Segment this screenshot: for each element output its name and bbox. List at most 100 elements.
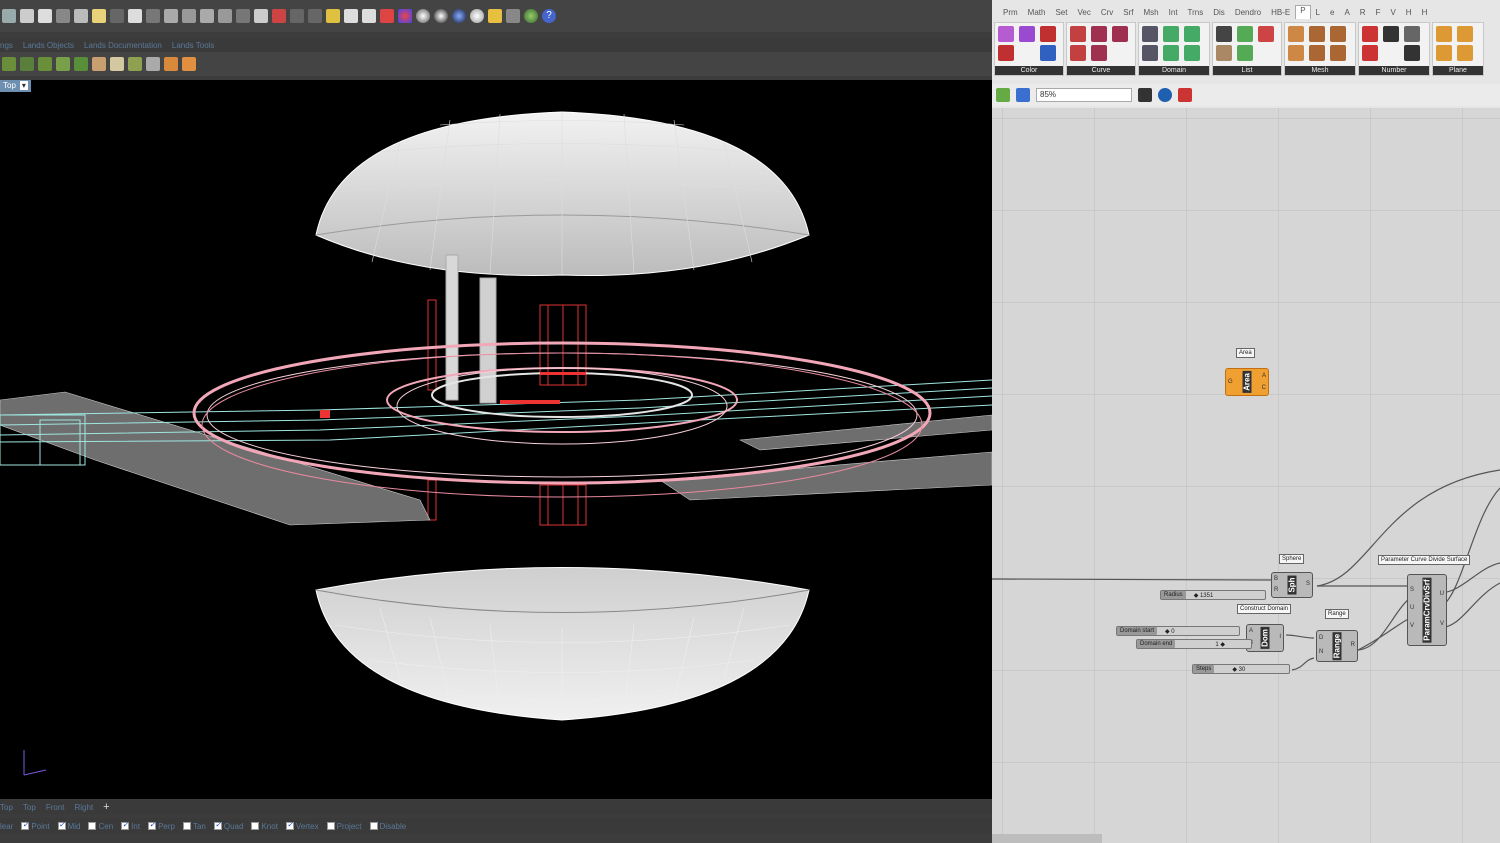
input-port[interactable]: G <box>1228 379 1233 385</box>
tab-e[interactable]: e <box>1325 8 1339 17</box>
lands-tool-icon[interactable] <box>56 57 70 71</box>
toolbar-tab[interactable]: ngs <box>0 41 13 50</box>
osnap-mid[interactable]: Mid <box>57 820 80 831</box>
lands-tool-icon[interactable] <box>20 57 34 71</box>
checkbox[interactable] <box>326 822 335 830</box>
lands-render-icon[interactable] <box>164 57 178 71</box>
color-component-icon[interactable] <box>1040 45 1056 61</box>
lands-plant-icon[interactable] <box>128 57 142 71</box>
tab-view[interactable]: Front <box>46 803 65 812</box>
mesh-component-icon[interactable] <box>1309 45 1325 61</box>
output-port[interactable]: I <box>1279 634 1281 640</box>
help-icon[interactable]: ? <box>542 9 556 23</box>
list-component-icon[interactable] <box>1216 45 1232 61</box>
tab-trns[interactable]: Trns <box>1183 8 1209 17</box>
osnap-int[interactable]: Int <box>121 820 140 831</box>
osnap-vertex[interactable]: Vertex <box>285 820 319 831</box>
curve-tools-icon[interactable] <box>308 9 322 23</box>
output-port[interactable]: R <box>1351 642 1355 648</box>
osnap-disable[interactable]: Disable <box>369 822 406 831</box>
tab-dendro[interactable]: Dendro <box>1230 8 1266 17</box>
curve-component-icon[interactable] <box>1070 45 1086 61</box>
lands-paver-icon[interactable] <box>110 57 124 71</box>
curve-component-icon[interactable] <box>1091 26 1107 42</box>
rotate-view-icon[interactable] <box>146 9 160 23</box>
pan-hand-icon[interactable] <box>128 9 142 23</box>
point-icon[interactable] <box>290 9 304 23</box>
curve-component-icon[interactable] <box>1112 26 1128 42</box>
checkbox[interactable] <box>121 820 130 830</box>
output-port[interactable]: A <box>1262 373 1266 379</box>
checkbox[interactable] <box>251 822 260 830</box>
color-component-icon[interactable] <box>1019 26 1035 42</box>
tab-p[interactable]: P <box>1295 5 1311 19</box>
preview-eye-icon[interactable] <box>1158 88 1172 102</box>
zoom-selected-icon[interactable] <box>218 9 232 23</box>
paste-icon[interactable] <box>92 9 106 23</box>
toolbar-tab[interactable]: Lands Objects <box>23 41 74 50</box>
number-component-icon[interactable] <box>1362 45 1378 61</box>
plane-component-icon[interactable] <box>1436 26 1452 42</box>
zoom-dropdown[interactable]: 85% <box>1036 88 1132 102</box>
sketch-pen-icon[interactable] <box>1178 88 1192 102</box>
checkbox[interactable] <box>88 822 97 830</box>
zoom-extents-icon[interactable] <box>200 9 214 23</box>
number-component-icon[interactable] <box>1362 26 1378 42</box>
osnap-perp[interactable]: Perp <box>148 820 175 831</box>
domain-end-slider[interactable]: Domain end 1 ◆ <box>1136 639 1252 649</box>
tab-v[interactable]: V <box>1385 8 1400 17</box>
save-icon[interactable] <box>1016 88 1030 102</box>
save-icon[interactable] <box>38 9 52 23</box>
input-port[interactable]: B <box>1274 576 1278 582</box>
viewport-menu-icon[interactable]: ▾ <box>19 81 28 90</box>
toolbar-tab[interactable]: Lands Tools <box>172 41 215 50</box>
range-component[interactable]: Range D N R <box>1316 630 1358 662</box>
tab-msh[interactable]: Msh <box>1139 8 1164 17</box>
input-port[interactable]: R <box>1274 587 1278 593</box>
osnap-cen[interactable]: Cen <box>88 822 113 831</box>
number-component-icon[interactable] <box>1404 45 1420 61</box>
input-port[interactable]: D <box>1319 635 1323 641</box>
tab-h[interactable]: H <box>1401 8 1417 17</box>
lands-tool-icon[interactable] <box>38 57 52 71</box>
lands-grid-icon[interactable] <box>146 57 160 71</box>
perspective-viewport[interactable] <box>0 80 992 799</box>
new-file-icon[interactable] <box>2 9 16 23</box>
osnap-knot[interactable]: Knot <box>251 822 278 831</box>
domain-component-icon[interactable] <box>1142 26 1158 42</box>
ghosted-sphere-icon[interactable] <box>470 9 484 23</box>
cut-icon[interactable] <box>56 9 70 23</box>
input-port[interactable]: V <box>1410 623 1414 629</box>
zoom-window-icon[interactable] <box>182 9 196 23</box>
lock-icon[interactable] <box>362 9 376 23</box>
tab-a[interactable]: A <box>1339 8 1354 17</box>
number-component-icon[interactable] <box>1383 26 1399 42</box>
domain-component-icon[interactable] <box>1184 26 1200 42</box>
copy-icon[interactable] <box>74 9 88 23</box>
undo-view-icon[interactable] <box>236 9 250 23</box>
tab-r[interactable]: R <box>1355 8 1371 17</box>
tab-l[interactable]: L <box>1311 8 1325 17</box>
tab-math[interactable]: Math <box>1023 8 1051 17</box>
domain-component-icon[interactable] <box>1163 26 1179 42</box>
list-component-icon[interactable] <box>1258 26 1274 42</box>
output-port[interactable]: V <box>1440 621 1444 627</box>
light-bulb-icon[interactable] <box>344 9 358 23</box>
color-component-icon[interactable] <box>1040 26 1056 42</box>
add-view-tab-button[interactable]: + <box>103 801 109 813</box>
domain-component-icon[interactable] <box>1163 45 1179 61</box>
tab-f[interactable]: F <box>1371 8 1386 17</box>
tab-dis[interactable]: Dis <box>1208 8 1230 17</box>
zoom-extents-icon[interactable] <box>1138 88 1152 102</box>
lands-tool-icon[interactable] <box>74 57 88 71</box>
tab-crv[interactable]: Crv <box>1096 8 1118 17</box>
input-port[interactable]: U <box>1410 605 1414 611</box>
lands-fence-icon[interactable] <box>92 57 106 71</box>
curve-component-icon[interactable] <box>1091 45 1107 61</box>
shaded-sphere-icon[interactable] <box>434 9 448 23</box>
param-crv-div-srf-component[interactable]: ParamCrvDivSrf S U V U V <box>1407 574 1447 646</box>
mesh-component-icon[interactable] <box>1330 26 1346 42</box>
osnap-near[interactable]: lear <box>0 822 13 831</box>
tab-vec[interactable]: Vec <box>1072 8 1095 17</box>
lands-tool-icon[interactable] <box>2 57 16 71</box>
